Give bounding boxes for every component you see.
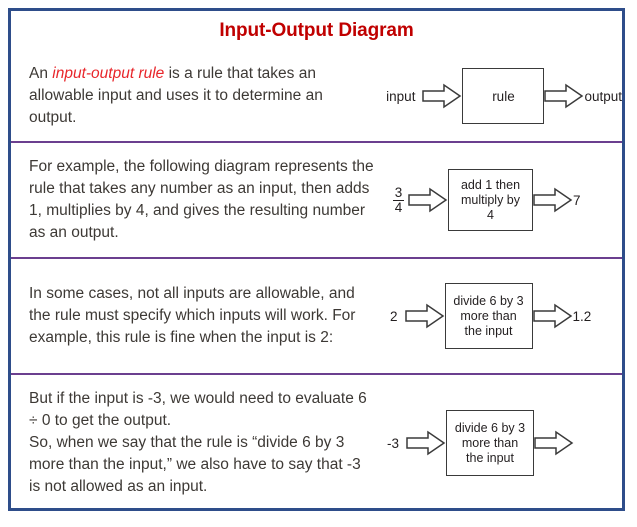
diagram-4-rule-line-2: more than bbox=[461, 435, 519, 450]
section-1-text-column: An input-output rule is a rule that take… bbox=[11, 63, 374, 129]
block-arrow-right-icon bbox=[534, 430, 574, 456]
section-1-text-prefix: An bbox=[29, 65, 53, 82]
diagram-3-rule-box: divide 6 by 3 more than the input bbox=[444, 283, 533, 349]
block-arrow-right-icon bbox=[544, 83, 584, 109]
diagram-3-output-label: 1.2 bbox=[572, 308, 592, 324]
diagram-2-output-label: 7 bbox=[573, 192, 581, 208]
section-1-diagram: input rule output bbox=[374, 51, 622, 141]
section-definition: An input-output rule is a rule that take… bbox=[11, 51, 622, 141]
section-2-diagram: 3 4 add 1 then multiply by 4 7 bbox=[381, 143, 622, 257]
section-4-diagram: -3 divide 6 by 3 more than the input bbox=[381, 375, 622, 511]
section-2-paragraph: For example, the following diagram repre… bbox=[29, 158, 374, 241]
title-row: Input-Output Diagram bbox=[11, 11, 622, 51]
section-3-diagram: 2 divide 6 by 3 more than the input 1.2 bbox=[381, 259, 622, 373]
diagram-1-input-label: input bbox=[386, 88, 416, 104]
diagram-2-rule-line-2: multiply by bbox=[460, 192, 521, 207]
diagram-frame: Input-Output Diagram An input-output rul… bbox=[8, 8, 625, 511]
fraction-denominator: 4 bbox=[394, 199, 403, 215]
section-2-text-column: For example, the following diagram repre… bbox=[11, 156, 381, 244]
diagram-2-rule-box: add 1 then multiply by 4 bbox=[448, 169, 533, 231]
diagram-3-rule-line-1: divide 6 by 3 bbox=[453, 293, 524, 308]
diagram-2-rule-text: add 1 then multiply by 4 bbox=[461, 178, 520, 223]
block-arrow-right-icon bbox=[533, 187, 573, 213]
diagram-2-rule-line-3: 4 bbox=[487, 207, 494, 222]
page-title: Input-Output Diagram bbox=[219, 20, 414, 41]
diagram-4-rule-line-1: divide 6 by 3 bbox=[454, 420, 526, 435]
section-example-fraction: For example, the following diagram repre… bbox=[11, 141, 622, 257]
section-1-emphasis-term: input-output rule bbox=[52, 65, 165, 82]
section-4-paragraph: But if the input is -3, we would need to… bbox=[29, 390, 367, 495]
diagram-1-output-label: output bbox=[584, 88, 622, 104]
diagram-1-rule-text: rule bbox=[492, 88, 515, 104]
section-4-text-column: But if the input is -3, we would need to… bbox=[11, 388, 381, 498]
diagram-3-rule-line-2: more than bbox=[460, 308, 517, 323]
diagram-3-rule-line-3: the input bbox=[464, 323, 513, 338]
diagram-2-rule-line-1: add 1 then bbox=[460, 177, 521, 192]
section-disallowed-input: But if the input is -3, we would need to… bbox=[11, 373, 622, 511]
section-allowable-input: In some cases, not all inputs are allowa… bbox=[11, 257, 622, 373]
diagram-2-input-fraction: 3 4 bbox=[393, 184, 404, 215]
section-3-paragraph: In some cases, not all inputs are allowa… bbox=[29, 285, 356, 346]
block-arrow-right-icon bbox=[406, 430, 446, 456]
block-arrow-right-icon bbox=[404, 303, 444, 329]
block-arrow-right-icon bbox=[408, 187, 448, 213]
diagram-1-rule-box: rule bbox=[462, 68, 545, 124]
diagram-4-rule-box: divide 6 by 3 more than the input bbox=[446, 410, 535, 476]
fraction-numerator: 3 bbox=[394, 184, 403, 200]
diagram-3-rule-text: divide 6 by 3 more than the input bbox=[453, 294, 523, 339]
diagram-4-input-label: -3 bbox=[387, 435, 400, 451]
diagram-3-input-label: 2 bbox=[390, 308, 398, 324]
block-arrow-right-icon bbox=[532, 303, 572, 329]
section-3-text-column: In some cases, not all inputs are allowa… bbox=[11, 283, 381, 349]
diagram-4-rule-line-3: the input bbox=[466, 450, 514, 465]
block-arrow-right-icon bbox=[422, 83, 462, 109]
diagram-4-rule-text: divide 6 by 3 more than the input bbox=[455, 421, 525, 466]
section-1-paragraph: An input-output rule is a rule that take… bbox=[29, 63, 368, 129]
